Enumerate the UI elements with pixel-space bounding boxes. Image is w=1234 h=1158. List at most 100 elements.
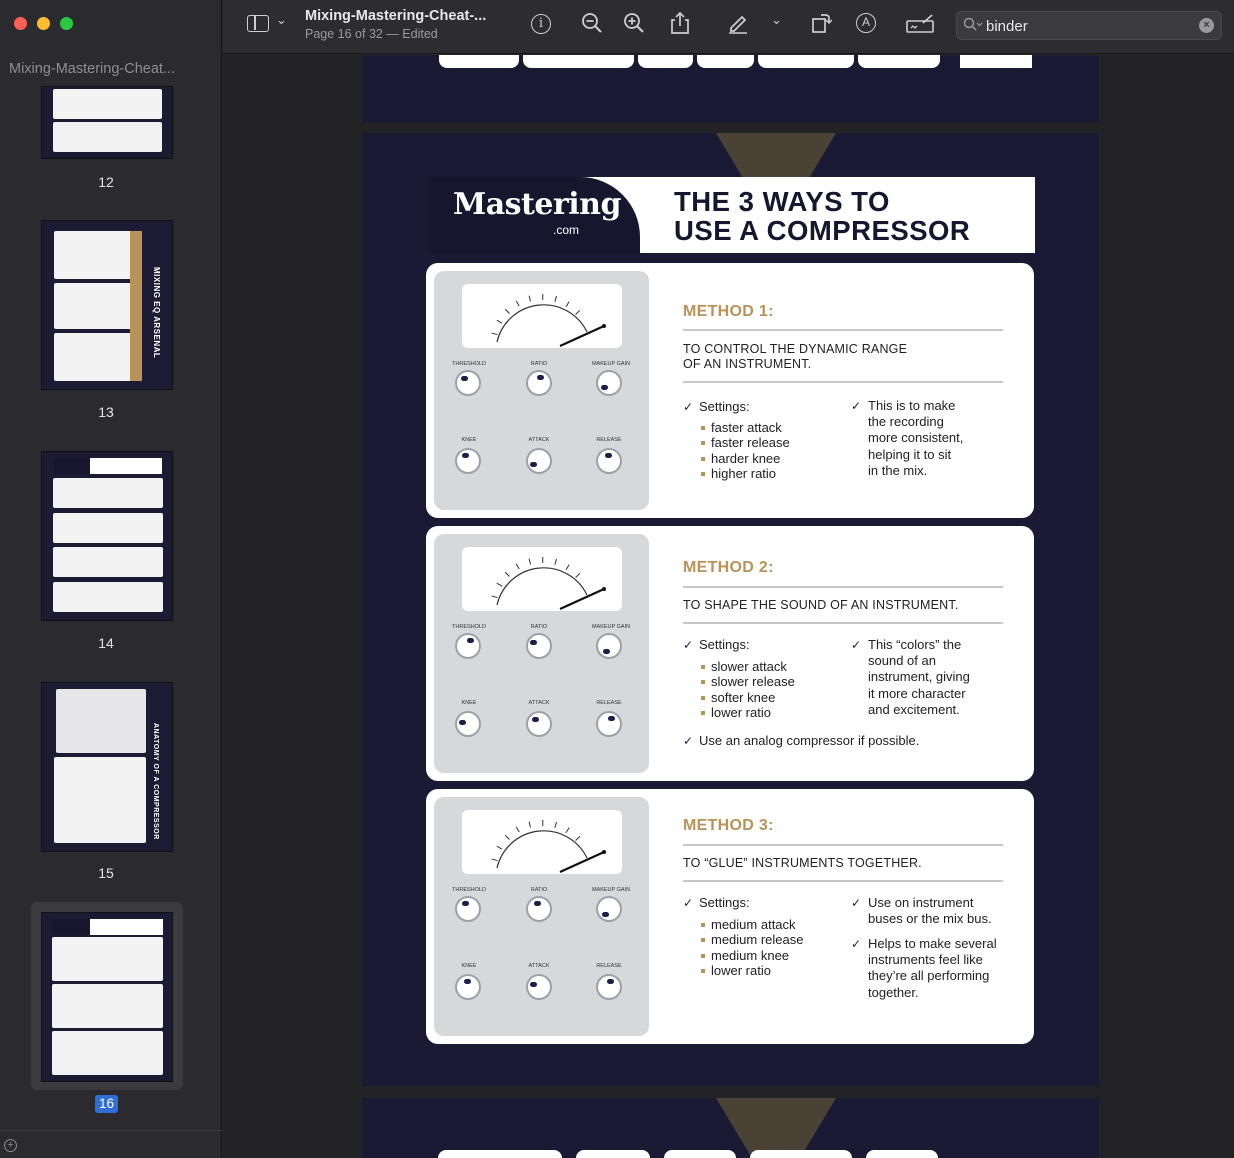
divider: [683, 622, 1003, 624]
thumbnail-page-12[interactable]: [41, 86, 173, 159]
close-window-button[interactable]: [14, 17, 27, 30]
compressor-knob-icon: [596, 633, 622, 659]
compressor-knob-icon: [596, 974, 622, 1000]
zoom-window-button[interactable]: [60, 17, 73, 30]
knob-label: THRESHOLD: [452, 624, 486, 630]
thumbnail-page-number: 12: [98, 174, 114, 190]
method-description: TO “GLUE” INSTRUMENTS TOGETHER.: [683, 856, 922, 870]
knob-label: ATTACK: [528, 437, 550, 443]
knob-label: ATTACK: [528, 963, 550, 969]
logo-text: Mastering: [453, 187, 621, 222]
method-title: METHOD 1:: [683, 303, 774, 320]
sidebar-footer: +: [0, 1130, 222, 1158]
thumbnail-sidebar: Mixing-Mastering-Cheat... 12 MIXING EQ A…: [0, 0, 222, 1158]
compressor-knob-icon: [455, 448, 481, 474]
knob-label: RELEASE: [596, 963, 622, 969]
chevron-down-icon[interactable]: ⌄: [276, 12, 287, 28]
chevron-down-icon[interactable]: ⌄: [771, 12, 782, 28]
compressor-knob-icon: [596, 370, 622, 396]
compressor-knob-icon: [455, 711, 481, 737]
method-note: Use on instrument buses or the mix bus.: [851, 895, 992, 927]
knob-label: THRESHOLD: [452, 887, 486, 893]
logo-subtext: .com: [553, 223, 580, 237]
knob-label: MAKEUP GAIN: [591, 887, 631, 893]
thumbnail-page-number-selected: 16: [95, 1095, 118, 1113]
divider: [683, 586, 1003, 588]
page-header: Mastering .com THE 3 WAYS TO USE A COMPR…: [428, 177, 1035, 253]
search-input[interactable]: binder: [986, 18, 1028, 35]
clear-search-icon[interactable]: ×: [1199, 18, 1214, 33]
knob-label: ATTACK: [528, 700, 550, 706]
annotate-icon[interactable]: A: [856, 13, 876, 33]
thumbnail-page-14[interactable]: [41, 451, 173, 621]
compressor-knob-icon: [455, 974, 481, 1000]
compressor-illustration: THRESHOLD RATIO MAKEUP GAIN KNEE ATTACK RELEA…: [434, 797, 649, 1036]
compressor-illustration: THRESHOLD RATIO MAKEUP GAIN KNEE ATTACK RELEA…: [434, 534, 649, 773]
signature-icon[interactable]: [905, 13, 935, 40]
page-heading: THE 3 WAYS TO USE A COMPRESSOR: [674, 187, 970, 245]
compressor-knob-icon: [455, 633, 481, 659]
knob-label: RELEASE: [596, 700, 622, 706]
search-field[interactable]: binder ×: [956, 11, 1222, 40]
info-icon[interactable]: i: [531, 14, 551, 34]
thumbnail-page-number: 13: [98, 404, 114, 420]
method-extra-tip: Use an analog compressor if possible.: [683, 733, 919, 749]
knob-label: RATIO: [530, 361, 548, 367]
settings-label: Settings:: [683, 895, 749, 911]
knob-label: RATIO: [530, 624, 548, 630]
zoom-out-icon[interactable]: [581, 12, 603, 39]
search-icon: [963, 17, 983, 38]
preview-window: Mixing-Mastering-Cheat... 12 MIXING EQ A…: [0, 0, 1234, 1158]
compressor-knob-icon: [455, 896, 481, 922]
compressor-knob-icon: [596, 448, 622, 474]
knob-label: KNEE: [461, 963, 477, 969]
settings-list: medium attack medium release medium knee…: [701, 917, 804, 978]
settings-list: slower attack slower release softer knee…: [701, 659, 795, 720]
rotate-icon[interactable]: [810, 12, 833, 39]
thumbnail-page-number: 15: [98, 865, 114, 881]
minimize-window-button[interactable]: [37, 17, 50, 30]
thumbnail-page-13[interactable]: MIXING EQ ARSENAL: [41, 220, 173, 390]
knob-label: RELEASE: [596, 437, 622, 443]
method-card-2: THRESHOLD RATIO MAKEUP GAIN KNEE ATTACK RELEA…: [426, 526, 1034, 781]
settings-label: Settings:: [683, 399, 749, 415]
compressor-knob-icon: [526, 711, 552, 737]
method-description: TO CONTROL THE DYNAMIC RANGE OF AN INSTR…: [683, 342, 908, 371]
method-card-1: THRESHOLD RATIO MAKEUP GAIN KNEE ATTACK RELEA…: [426, 263, 1034, 518]
vu-meter: [462, 810, 622, 874]
compressor-illustration: THRESHOLD RATIO MAKEUP GAIN KNEE ATTACK RELEA…: [434, 271, 649, 510]
mastering-logo: Mastering .com: [428, 177, 640, 253]
page-16: Mastering .com THE 3 WAYS TO USE A COMPR…: [362, 133, 1099, 1086]
compressor-knob-icon: [526, 974, 552, 1000]
knob-label: KNEE: [461, 437, 477, 443]
compressor-knob-icon: [455, 370, 481, 396]
method-title: METHOD 3:: [683, 817, 774, 834]
knob-label: MAKEUP GAIN: [591, 361, 631, 367]
plus-circle-icon[interactable]: +: [4, 1139, 17, 1152]
method-card-3: THRESHOLD RATIO MAKEUP GAIN KNEE ATTACK RELEA…: [426, 789, 1034, 1044]
markup-pen-icon[interactable]: [727, 12, 749, 39]
divider: [683, 381, 1003, 383]
compressor-knob-icon: [526, 896, 552, 922]
divider: [683, 844, 1003, 846]
document-view[interactable]: Mastering .com THE 3 WAYS TO USE A COMPR…: [223, 55, 1234, 1158]
page-15-bottom: [362, 55, 1099, 122]
document-subtitle: Page 16 of 32 — Edited: [305, 27, 438, 41]
thumbnail-page-16[interactable]: [41, 912, 173, 1082]
thumbnail-label: ANATOMY OF A COMPRESSOR: [152, 723, 159, 840]
page-17-top: [362, 1098, 1099, 1158]
method-title: METHOD 2:: [683, 559, 774, 576]
method-note: This “colors” the sound of an instrument…: [851, 637, 970, 718]
settings-list: faster attack faster release harder knee…: [701, 420, 790, 481]
thumbnail-page-number: 14: [98, 635, 114, 651]
sidebar-toggle-icon[interactable]: [247, 15, 269, 32]
heading-line-2: USE A COMPRESSOR: [674, 215, 971, 246]
compressor-knob-icon: [526, 448, 552, 474]
thumbnail-page-15[interactable]: ANATOMY OF A COMPRESSOR: [41, 682, 173, 852]
divider: [683, 329, 1003, 331]
share-icon[interactable]: [669, 11, 691, 40]
knob-label: THRESHOLD: [452, 361, 486, 367]
zoom-in-icon[interactable]: [623, 12, 645, 39]
compressor-knob-icon: [526, 370, 552, 396]
divider: [683, 880, 1003, 882]
